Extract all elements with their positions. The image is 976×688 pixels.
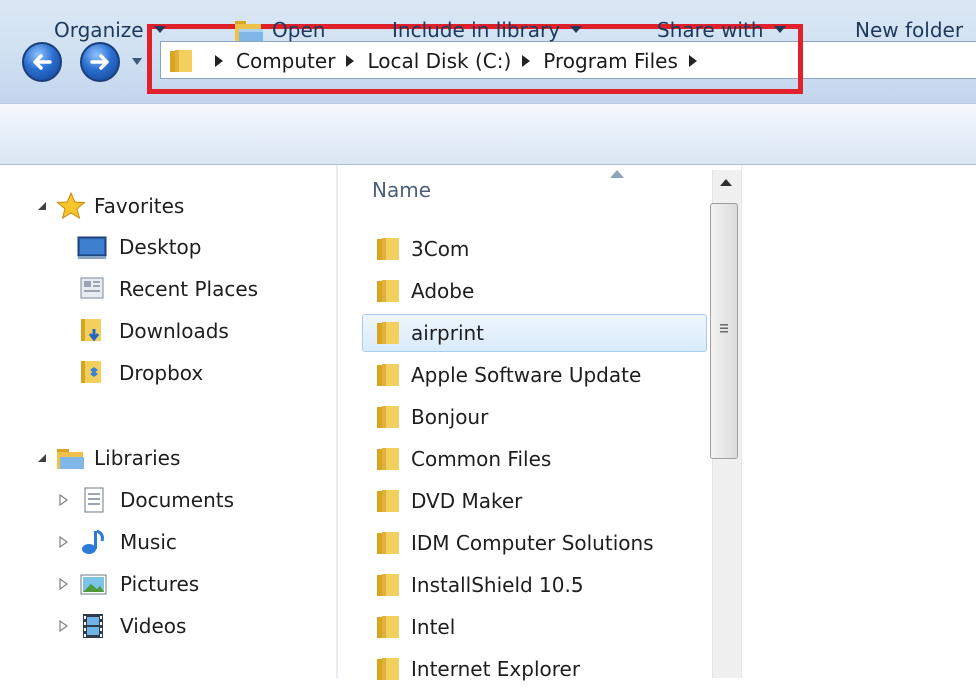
- collapsed-triangle-icon[interactable]: [58, 536, 70, 548]
- downloads-folder-icon: [81, 319, 101, 342]
- nav-item-documents[interactable]: Documents: [58, 486, 234, 514]
- folder-icon: [377, 448, 399, 470]
- folder-icon: [377, 406, 399, 428]
- organize-label: Organize: [54, 18, 144, 42]
- scroll-up-arrow-icon[interactable]: [720, 178, 732, 186]
- list-item[interactable]: Intel: [362, 608, 707, 646]
- documents-icon: [84, 487, 104, 513]
- folder-icon: [377, 280, 399, 302]
- include-label: Include in library: [392, 18, 561, 42]
- open-folder-icon: [235, 21, 263, 41]
- music-note-icon: [82, 529, 104, 554]
- list-item-label: airprint: [411, 321, 485, 345]
- nav-item-videos[interactable]: Videos: [58, 612, 186, 640]
- dropbox-folder-icon: [81, 361, 101, 383]
- chevron-down-icon: [773, 26, 786, 33]
- nav-label-desktop: Desktop: [119, 235, 202, 259]
- nav-label-documents: Documents: [120, 488, 235, 512]
- list-item-label: IDM Computer Solutions: [411, 531, 654, 555]
- nav-label-recent-places: Recent Places: [119, 277, 259, 301]
- list-item[interactable]: Internet Explorer: [362, 650, 707, 688]
- desktop-icon: [77, 236, 107, 259]
- chevron-down-icon: [570, 26, 583, 33]
- nav-label-favorites: Favorites: [94, 194, 185, 218]
- forward-button[interactable]: [80, 42, 120, 82]
- back-arrow-icon: [33, 54, 52, 70]
- list-item[interactable]: IDM Computer Solutions: [362, 524, 707, 562]
- share-with-button[interactable]: Share with: [657, 18, 786, 42]
- grip-icon: [720, 324, 728, 333]
- film-icon: [83, 614, 103, 638]
- nav-item-pictures[interactable]: Pictures: [58, 570, 199, 598]
- recent-places-icon: [80, 277, 104, 299]
- list-item[interactable]: Bonjour: [362, 398, 707, 436]
- nav-item-libraries[interactable]: Libraries: [36, 444, 180, 472]
- nav-item-desktop[interactable]: Desktop: [77, 233, 201, 261]
- forward-arrow-icon: [90, 54, 109, 70]
- list-item[interactable]: Adobe: [362, 272, 707, 310]
- new-folder-button[interactable]: New folder: [855, 18, 963, 42]
- open-label: Open: [272, 18, 326, 42]
- list-item-label: InstallShield 10.5: [411, 573, 584, 597]
- expanded-triangle-icon[interactable]: [36, 452, 48, 464]
- new-folder-label: New folder: [855, 18, 964, 42]
- folder-icon: [377, 532, 399, 554]
- libraries-icon: [57, 449, 84, 469]
- list-item[interactable]: airprint: [362, 314, 707, 352]
- column-header-name[interactable]: Name: [372, 178, 431, 202]
- list-item-label: Common Files: [411, 447, 552, 471]
- nav-label-videos: Videos: [120, 614, 187, 638]
- pictures-icon: [80, 574, 107, 595]
- list-item[interactable]: Apple Software Update: [362, 356, 707, 394]
- nav-label-dropbox: Dropbox: [119, 361, 204, 385]
- nav-label-pictures: Pictures: [120, 572, 200, 596]
- nav-item-favorites[interactable]: Favorites: [36, 191, 184, 221]
- open-button[interactable]: Open: [234, 18, 325, 42]
- collapsed-triangle-icon[interactable]: [58, 578, 70, 590]
- expanded-triangle-icon[interactable]: [36, 200, 48, 212]
- recent-pages-dropdown-icon[interactable]: [132, 58, 142, 66]
- nav-item-dropbox[interactable]: Dropbox: [77, 359, 203, 387]
- list-item[interactable]: DVD Maker: [362, 482, 707, 520]
- star-icon: [56, 191, 86, 220]
- folder-icon: [377, 574, 399, 596]
- nav-label-music: Music: [120, 530, 177, 554]
- nav-label-libraries: Libraries: [94, 446, 181, 470]
- folder-icon: [377, 238, 399, 260]
- nav-item-music[interactable]: Music: [58, 528, 177, 556]
- folder-icon: [377, 322, 399, 344]
- back-button[interactable]: [22, 42, 62, 82]
- share-label: Share with: [657, 18, 764, 42]
- list-item-label: 3Com: [411, 237, 470, 261]
- command-toolbar: [0, 103, 976, 165]
- list-item[interactable]: 3Com: [362, 230, 707, 268]
- folder-icon: [377, 616, 399, 638]
- list-item-label: Adobe: [411, 279, 475, 303]
- collapsed-triangle-icon[interactable]: [58, 494, 70, 506]
- preview-area: [741, 165, 976, 678]
- include-in-library-button[interactable]: Include in library: [392, 18, 583, 42]
- list-item-label: Intel: [411, 615, 456, 639]
- list-item-label: Apple Software Update: [411, 363, 642, 387]
- nav-item-recent-places[interactable]: Recent Places: [77, 275, 258, 303]
- list-item-label: Internet Explorer: [411, 657, 581, 681]
- list-item[interactable]: InstallShield 10.5: [362, 566, 707, 604]
- list-item-label: DVD Maker: [411, 489, 523, 513]
- sort-ascending-icon: [610, 170, 624, 178]
- folder-icon: [377, 364, 399, 386]
- list-item-label: Bonjour: [411, 405, 489, 429]
- organize-button[interactable]: Organize: [54, 18, 166, 42]
- list-item[interactable]: Common Files: [362, 440, 707, 478]
- collapsed-triangle-icon[interactable]: [58, 620, 70, 632]
- nav-label-downloads: Downloads: [119, 319, 229, 343]
- folder-icon: [377, 490, 399, 512]
- chevron-down-icon: [153, 26, 166, 33]
- nav-item-downloads[interactable]: Downloads: [77, 317, 229, 345]
- folder-icon: [377, 658, 399, 680]
